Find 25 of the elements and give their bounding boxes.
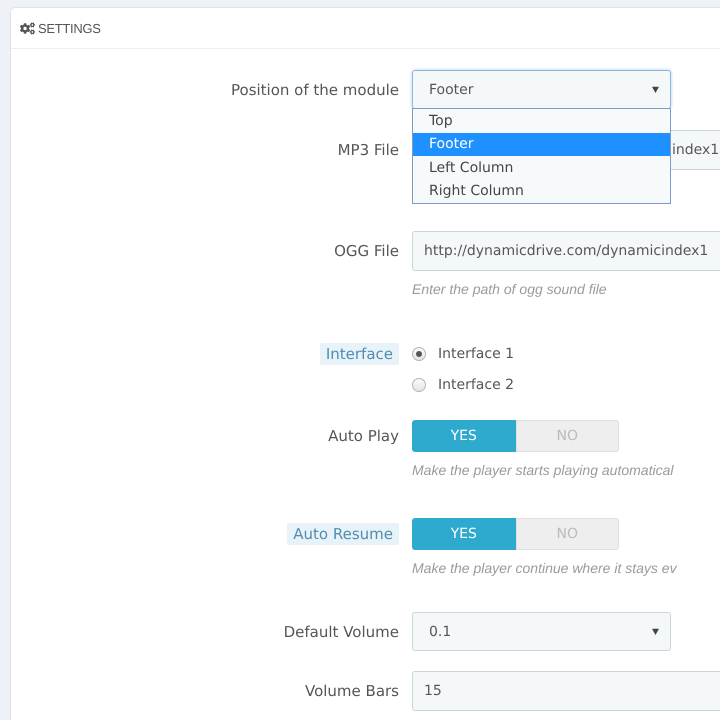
help-text: Enter the path of ogg sound file (412, 280, 607, 298)
field-label: OGG File (334, 242, 399, 260)
caret-icon (652, 86, 659, 93)
caret-icon (652, 628, 659, 635)
gears-icon (20, 20, 35, 36)
text-input[interactable]: 15 (412, 671, 720, 711)
select-field[interactable]: Footer (412, 70, 671, 109)
select-field[interactable]: 0.1 (412, 612, 671, 651)
field-label: Auto Play (328, 427, 399, 445)
help-text: Make the player continue where it stays ev (412, 559, 677, 577)
dropdown-option[interactable]: Right Column (413, 180, 670, 203)
field-label: Auto Resume (287, 523, 399, 545)
radio-option[interactable]: Interface 2 (412, 373, 514, 397)
panel-title: SETTINGS (38, 20, 101, 36)
radio-option[interactable]: Interface 1 (412, 342, 514, 366)
field-label: Default Volume (284, 622, 399, 640)
dropdown-option[interactable]: Left Column (413, 156, 670, 180)
field-label: Interface (320, 343, 399, 365)
field-label: Volume Bars (304, 682, 399, 700)
dropdown-option[interactable]: Top (413, 109, 670, 132)
text-input[interactable]: http://dynamicdrive.com/dynamicindex1 (412, 231, 720, 271)
text-input[interactable]: index1 (671, 130, 720, 170)
help-text: Make the player starts playing automatical (412, 461, 674, 479)
field-label: MP3 File (338, 141, 399, 159)
field-label: Position of the module (231, 80, 399, 98)
